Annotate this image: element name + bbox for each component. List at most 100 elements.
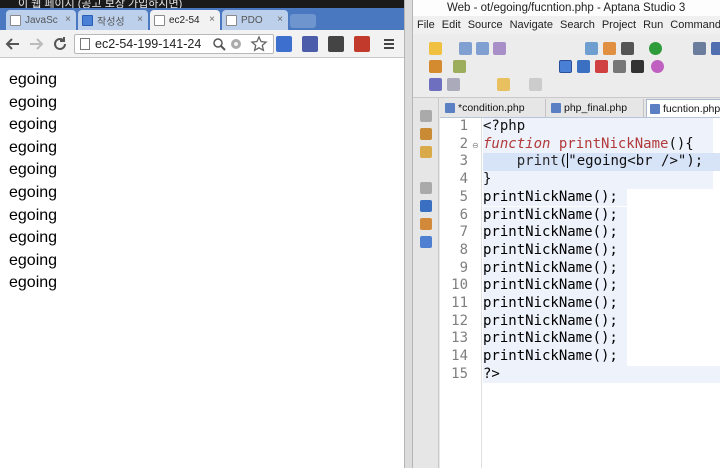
output-line: egoing [9,251,58,269]
outline-toggle-icon[interactable] [559,60,572,73]
menu-search[interactable]: Search [556,16,598,34]
tab-ec2[interactable]: ec2-54 × [150,10,220,30]
gear-icon[interactable] [621,42,634,55]
close-icon[interactable]: × [209,14,215,25]
tab-condition-php[interactable]: *condition.php [442,99,546,117]
tab-php-final[interactable]: php_final.php [548,99,644,117]
window-title: Web - ot/egoing/fucntion.php - Aptana St… [413,0,720,16]
tab-label: ec2-54 [169,14,200,26]
bookmark-icon[interactable] [420,236,432,248]
line-number-gutter: 1 2 3 4 5 6 7 8 9 10 11 12 13 14 15 ⊖ [440,118,482,468]
page-icon [226,14,237,26]
close-icon[interactable]: × [277,14,283,25]
code-line-15: ?> [483,365,720,384]
code-line-5: printNickName(); [483,188,627,207]
php-output: egoing egoing egoing egoing egoing egoin… [9,69,57,295]
project-explorer-icon[interactable] [420,128,432,140]
tab-label: fucntion.php [663,103,720,115]
menu-project[interactable]: Project [598,16,639,34]
code-line-9: printNickName(); [483,259,627,278]
output-line: egoing [9,71,58,88]
extension-gear-icon[interactable] [229,35,243,53]
line-number: 13 [451,330,468,347]
code-line-4: } [483,171,713,189]
console-icon[interactable] [631,60,644,73]
forward-arrow-icon[interactable] [27,35,45,53]
next-annotation-icon[interactable] [429,78,442,91]
php-extension-icon[interactable] [302,36,318,52]
output-line: egoing [9,138,58,156]
menu-edit[interactable]: Edit [438,16,464,34]
page-icon [80,38,90,50]
perspective-icon[interactable] [693,42,706,55]
line-number: 1 [459,118,468,134]
line-number: 4 [459,171,468,188]
window-divider[interactable] [404,0,413,468]
tool-icon[interactable] [453,60,466,73]
php-file-icon [650,104,660,114]
debug-icon[interactable] [603,42,616,55]
tab-article[interactable]: 작성성 × [78,10,148,30]
menu-commands[interactable]: Commands [666,16,720,34]
line-number: 7 [459,224,468,241]
reload-icon[interactable] [51,35,69,53]
aptana-window: Web - ot/egoing/fucntion.php - Aptana St… [413,0,720,468]
menu-run[interactable]: Run [639,16,666,34]
save-icon[interactable] [459,42,472,55]
menu-navigate[interactable]: Navigate [506,16,556,34]
page-icon [82,14,93,26]
video-title-overlay: 이 웹 페이지 (공고 보상 가입하시면) [0,0,404,8]
output-line: egoing [9,116,58,134]
code-editor[interactable]: 1 2 3 4 5 6 7 8 9 10 11 12 13 14 15 ⊖ <?… [440,118,720,468]
extension-icon[interactable] [276,36,292,52]
back-icon[interactable] [497,78,510,91]
line-number: 6 [459,206,468,223]
code-line-10: printNickName(); [483,277,627,295]
code-area[interactable]: <?php function printNickName(){ print("e… [483,118,720,468]
extension-icon[interactable] [328,36,344,52]
back-arrow-icon[interactable] [4,35,22,53]
tab-javascript[interactable]: JavaSc × [6,10,76,30]
output-line: egoing [9,274,58,292]
output-line: egoing [9,93,58,111]
restore-icon[interactable] [420,182,432,194]
menu-file[interactable]: File [413,16,438,34]
menu-source[interactable]: Source [464,16,506,34]
php-file-icon [551,103,561,113]
zoom-icon[interactable] [212,35,226,53]
forward-icon[interactable] [529,78,542,91]
menu-icon[interactable] [380,35,398,53]
outline-icon[interactable] [577,60,590,73]
save-all-icon[interactable] [476,42,489,55]
browser-window: 이 웹 페이지 (공고 보상 가입하시면) JavaSc × 작성성 × ec2… [0,0,404,468]
fold-minus-icon[interactable]: ⊖ [472,141,479,150]
perspective-icon[interactable] [711,42,720,55]
line-number: 5 [459,188,468,205]
snippets-icon[interactable] [420,218,432,230]
line-number: 3 [459,153,468,170]
deploy-icon[interactable] [585,42,598,55]
close-icon[interactable]: × [137,14,143,25]
tab-pdo[interactable]: PDO × [222,10,288,30]
restore-icon[interactable] [420,110,432,122]
close-icon[interactable]: × [65,14,71,25]
app-explorer-icon[interactable] [420,146,432,158]
address-bar[interactable]: ec2-54-199-141-24 [74,34,274,54]
line-number: 10 [451,277,468,294]
star-icon[interactable] [250,35,268,53]
terminal-icon[interactable] [613,60,626,73]
new-tab-button[interactable] [290,14,316,28]
wizard-icon[interactable] [429,60,442,73]
tab-fucntion-php[interactable]: fucntion.php [646,99,720,117]
prev-annotation-icon[interactable] [447,78,460,91]
extension-icon[interactable] [354,36,370,52]
code-line-2: function printNickName(){ [483,135,713,154]
run-icon[interactable] [649,42,662,55]
new-file-icon[interactable] [429,42,442,55]
print-icon[interactable] [493,42,506,55]
outline-view-icon[interactable] [420,200,432,212]
home-icon[interactable] [595,60,608,73]
line-number: 12 [451,312,468,329]
color-icon[interactable] [651,60,664,73]
ide-toolbar [413,34,720,98]
